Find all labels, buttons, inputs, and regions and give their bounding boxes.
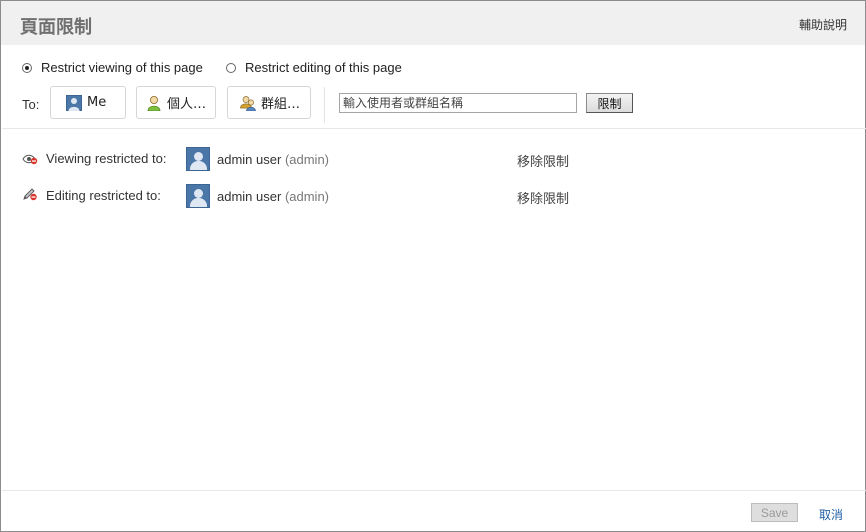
me-button-label: Me xyxy=(87,95,107,110)
viewing-restricted-label: Viewing restricted to: xyxy=(46,151,167,166)
user-display-name: admin user xyxy=(217,152,282,167)
remove-editing-restriction-link[interactable]: 移除限制 xyxy=(517,188,569,207)
group-picker-label: 群組… xyxy=(261,97,301,112)
user-group-search-input[interactable] xyxy=(339,93,577,113)
person-icon xyxy=(146,95,162,111)
eye-restricted-icon xyxy=(22,153,38,165)
person-picker-button[interactable]: 個人… xyxy=(136,86,216,119)
restrict-editing-radio[interactable] xyxy=(226,62,236,73)
me-button[interactable]: Me xyxy=(50,86,126,119)
cancel-link[interactable]: 取消 xyxy=(819,506,843,523)
viewing-restriction-row: Viewing restricted to: admin user (admin… xyxy=(22,147,622,173)
pencil-restricted-icon xyxy=(22,187,38,201)
toolbar-divider xyxy=(324,87,325,123)
user-avatar-icon xyxy=(66,94,82,111)
dialog-header: 頁面限制 輔助說明 xyxy=(1,1,865,45)
user-id: (admin) xyxy=(284,189,330,204)
person-picker-label: 個人… xyxy=(167,97,207,112)
restrict-viewing-radio[interactable] xyxy=(22,62,32,73)
restrict-viewing-label: Restrict viewing of this page xyxy=(41,60,203,75)
to-label: To: xyxy=(22,97,40,112)
avatar xyxy=(186,184,210,208)
restrict-button[interactable]: 限制 xyxy=(586,93,633,113)
save-button[interactable]: Save xyxy=(751,503,798,522)
footer-divider xyxy=(2,490,866,491)
editing-restricted-label: Editing restricted to: xyxy=(46,188,161,203)
dialog-title: 頁面限制 xyxy=(20,17,92,38)
avatar xyxy=(186,147,210,171)
page-restrictions-dialog: 頁面限制 輔助說明 Restrict viewing of this page … xyxy=(0,0,866,532)
help-link[interactable]: 輔助說明 xyxy=(799,16,847,33)
restricted-user: admin user (admin) xyxy=(217,189,329,204)
section-divider xyxy=(2,128,866,129)
restricted-user: admin user (admin) xyxy=(217,152,329,167)
user-display-name: admin user xyxy=(217,189,282,204)
remove-viewing-restriction-link[interactable]: 移除限制 xyxy=(517,151,569,170)
editing-restriction-row: Editing restricted to: admin user (admin… xyxy=(22,184,622,210)
group-picker-button[interactable]: 群組… xyxy=(227,86,311,119)
restrict-viewing-option[interactable]: Restrict viewing of this page xyxy=(22,60,203,75)
group-icon xyxy=(240,95,256,111)
restrict-editing-label: Restrict editing of this page xyxy=(245,60,402,75)
restrict-editing-option[interactable]: Restrict editing of this page xyxy=(226,60,402,75)
user-id: (admin) xyxy=(284,152,330,167)
